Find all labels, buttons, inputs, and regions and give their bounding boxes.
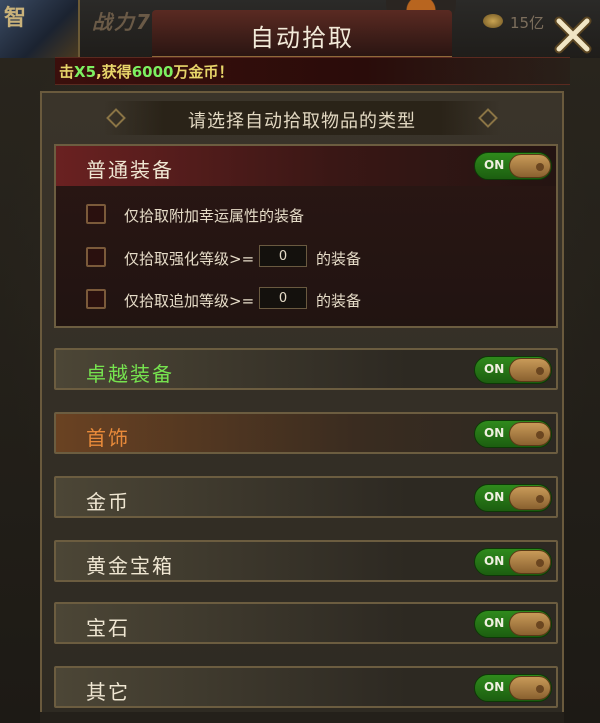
category-label: 宝石 <box>86 616 130 640</box>
toggle-knob <box>509 422 551 446</box>
checkbox-icon[interactable] <box>86 247 106 267</box>
option-label: 仅拾取追加等级>= <box>124 292 255 310</box>
knob-dot <box>536 559 544 567</box>
option-label: 仅拾取强化等级>= <box>124 250 255 268</box>
toggle-knob <box>509 358 551 382</box>
avatar[interactable]: 智 <box>0 0 80 58</box>
panel-bottom-edge <box>40 712 564 723</box>
category-jewelry[interactable]: 首饰 ON <box>54 412 558 454</box>
knob-dot <box>536 367 544 375</box>
toggle-label: ON <box>484 426 505 440</box>
category-label: 金币 <box>86 490 130 514</box>
checkbox-icon[interactable] <box>86 204 106 224</box>
toggle-knob <box>509 486 551 510</box>
panel-subtitle: 请选择自动拾取物品的类型 <box>188 111 416 132</box>
toggle-switch[interactable]: ON <box>474 610 552 638</box>
category-label: 黄金宝箱 <box>86 554 174 578</box>
category-normal-equipment: 普通装备 ON 仅拾取附加幸运属性的装备 仅拾取强化等级>= 的装备 仅拾取追加… <box>54 144 558 328</box>
knob-dot <box>536 495 544 503</box>
toggle-label: ON <box>484 680 505 694</box>
option-additional-level: 仅拾取追加等级>= 的装备 <box>86 287 546 313</box>
dialog-title: 自动拾取 <box>250 24 354 52</box>
category-label: 其它 <box>86 680 130 704</box>
category-label: 首饰 <box>86 426 130 450</box>
toggle-label: ON <box>484 158 505 172</box>
toggle-switch[interactable]: ON <box>474 420 552 448</box>
category-label: 卓越装备 <box>86 362 174 386</box>
broadcast-amount: 6000 <box>131 63 174 81</box>
gold-coin-icon <box>483 14 503 28</box>
close-button[interactable] <box>553 15 593 55</box>
broadcast-part: 万金币！ <box>173 63 234 81</box>
category-gold[interactable]: 金币 ON <box>54 476 558 518</box>
broadcast-message: 击X5,获得6000万金币！ <box>55 57 570 85</box>
currency-amount: 15亿 <box>510 14 545 32</box>
knob-dot <box>536 685 544 693</box>
broadcast-multiplier: X5 <box>74 63 97 81</box>
toggle-label: ON <box>484 616 505 630</box>
option-suffix: 的装备 <box>316 250 362 268</box>
toggle-switch[interactable]: ON <box>474 356 552 384</box>
category-excellent-equipment[interactable]: 卓越装备 ON <box>54 348 558 390</box>
close-x-icon <box>554 16 592 54</box>
avatar-label: 智 <box>4 6 27 31</box>
knob-dot <box>536 163 544 171</box>
option-lucky-attribute: 仅拾取附加幸运属性的装备 <box>86 202 546 228</box>
enhance-level-input[interactable] <box>259 245 307 267</box>
toggle-switch[interactable]: ON <box>474 152 552 180</box>
additional-level-input[interactable] <box>259 287 307 309</box>
broadcast-part: ,获得 <box>96 63 132 81</box>
option-enhance-level: 仅拾取强化等级>= 的装备 <box>86 245 546 271</box>
category-header[interactable]: 普通装备 ON <box>56 146 556 186</box>
game-screen: 智 战力70338 15亿 自动拾取 击X5,获得6000万金币！ 请选择自动拾… <box>0 0 600 723</box>
category-label: 普通装备 <box>86 158 174 182</box>
toggle-knob <box>509 612 551 636</box>
option-label: 仅拾取附加幸运属性的装备 <box>124 207 305 225</box>
category-gem[interactable]: 宝石 ON <box>54 602 558 644</box>
knob-dot <box>536 621 544 629</box>
toggle-switch[interactable]: ON <box>474 484 552 512</box>
option-suffix: 的装备 <box>316 292 362 310</box>
toggle-knob <box>509 550 551 574</box>
broadcast-text: 击X5,获得6000万金币！ <box>59 61 234 82</box>
category-golden-chest[interactable]: 黄金宝箱 ON <box>54 540 558 582</box>
toggle-knob <box>509 154 551 178</box>
knob-dot <box>536 431 544 439</box>
toggle-label: ON <box>484 490 505 504</box>
toggle-switch[interactable]: ON <box>474 548 552 576</box>
checkbox-icon[interactable] <box>86 289 106 309</box>
category-other[interactable]: 其它 ON <box>54 666 558 708</box>
toggle-knob <box>509 676 551 700</box>
toggle-label: ON <box>484 362 505 376</box>
dialog-titlebar: 自动拾取 <box>152 10 452 58</box>
toggle-label: ON <box>484 554 505 568</box>
toggle-switch[interactable]: ON <box>474 674 552 702</box>
broadcast-part: 击 <box>59 63 75 81</box>
